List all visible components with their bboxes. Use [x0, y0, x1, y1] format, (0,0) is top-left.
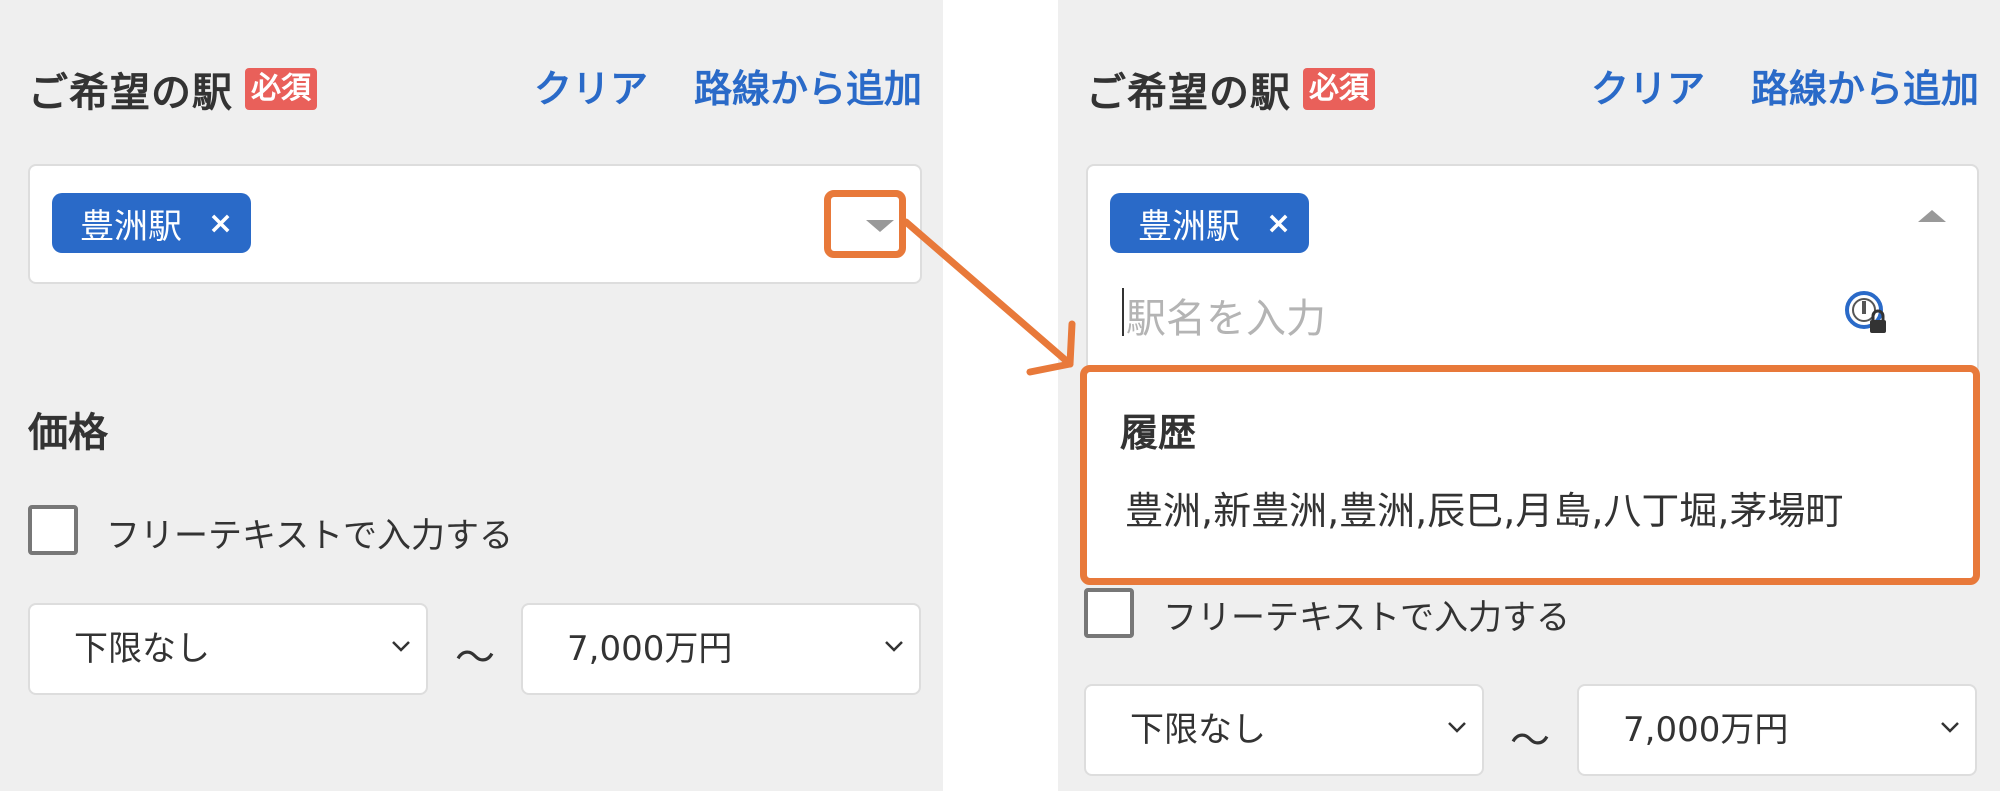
- required-badge: 必須: [245, 68, 317, 110]
- free-text-checkbox-label: フリーテキストで入力する: [106, 516, 513, 556]
- station-chip-label: 豊洲駅: [1138, 206, 1240, 247]
- chevron-down-icon: [885, 641, 903, 652]
- station-heading: ご希望の駅 必須: [1086, 62, 1375, 116]
- remove-x-icon[interactable]: ×: [1266, 206, 1291, 241]
- text-caret: [1122, 288, 1124, 336]
- password-manager-icon[interactable]: [1844, 290, 1892, 338]
- station-select[interactable]: 豊洲駅 ×: [28, 164, 922, 284]
- chevron-down-icon: [1941, 722, 1959, 733]
- dropdown-arrow-icon[interactable]: [1918, 210, 1946, 222]
- station-title: ご希望の駅: [28, 70, 233, 116]
- free-text-checkbox[interactable]: [1084, 588, 1134, 638]
- add-by-line-link[interactable]: 路線から追加: [694, 62, 922, 116]
- station-chip[interactable]: 豊洲駅 ×: [52, 193, 252, 253]
- price-max-value: 7,000万円: [567, 629, 733, 669]
- annotation-highlight: [824, 190, 906, 258]
- price-min-select[interactable]: 下限なし: [28, 603, 428, 695]
- add-by-line-link[interactable]: 路線から追加: [1751, 62, 1979, 116]
- clear-link[interactable]: クリア: [1591, 62, 1705, 116]
- price-max-value: 7,000万円: [1623, 710, 1789, 750]
- free-text-checkbox-label: フリーテキストで入力する: [1163, 598, 1570, 638]
- price-title: 価格: [28, 410, 108, 456]
- price-min-select[interactable]: 下限なし: [1084, 684, 1484, 776]
- station-chip-label: 豊洲駅: [80, 206, 182, 247]
- history-title: 履歴: [1120, 411, 1197, 455]
- station-heading: ご希望の駅 必須: [28, 62, 317, 116]
- station-search-input[interactable]: 駅名を入力: [1126, 286, 1326, 344]
- clear-link[interactable]: クリア: [534, 62, 648, 116]
- price-max-select[interactable]: 7,000万円: [1577, 684, 1977, 776]
- price-min-value: 下限なし: [74, 629, 210, 669]
- chevron-down-icon: [1448, 722, 1466, 733]
- chevron-down-icon: [392, 641, 410, 652]
- station-chip[interactable]: 豊洲駅 ×: [1110, 193, 1310, 253]
- range-separator: 〜: [455, 635, 495, 681]
- price-max-select[interactable]: 7,000万円: [521, 603, 921, 695]
- station-form-collapsed: ご希望の駅 必須 クリア 路線から追加 豊洲駅 × 価格 フリーテキストで入力す…: [0, 0, 943, 791]
- free-text-checkbox[interactable]: [28, 505, 78, 555]
- station-title: ご希望の駅: [1086, 70, 1291, 116]
- history-dropdown: 履歴 豊洲,新豊洲,豊洲,辰巳,月島,八丁堀,茅場町: [1080, 365, 1980, 585]
- range-separator: 〜: [1510, 718, 1550, 764]
- station-select-open[interactable]: 豊洲駅 × 駅名を入力: [1086, 164, 1979, 374]
- station-form-expanded: ご希望の駅 必須 クリア 路線から追加 豊洲駅 × 駅名を入力 フリーテキストで…: [1058, 0, 2000, 791]
- history-item[interactable]: 豊洲,新豊洲,豊洲,辰巳,月島,八丁堀,茅場町: [1125, 480, 1843, 535]
- price-min-value: 下限なし: [1130, 710, 1266, 750]
- required-badge: 必須: [1303, 68, 1375, 110]
- remove-x-icon[interactable]: ×: [208, 206, 233, 241]
